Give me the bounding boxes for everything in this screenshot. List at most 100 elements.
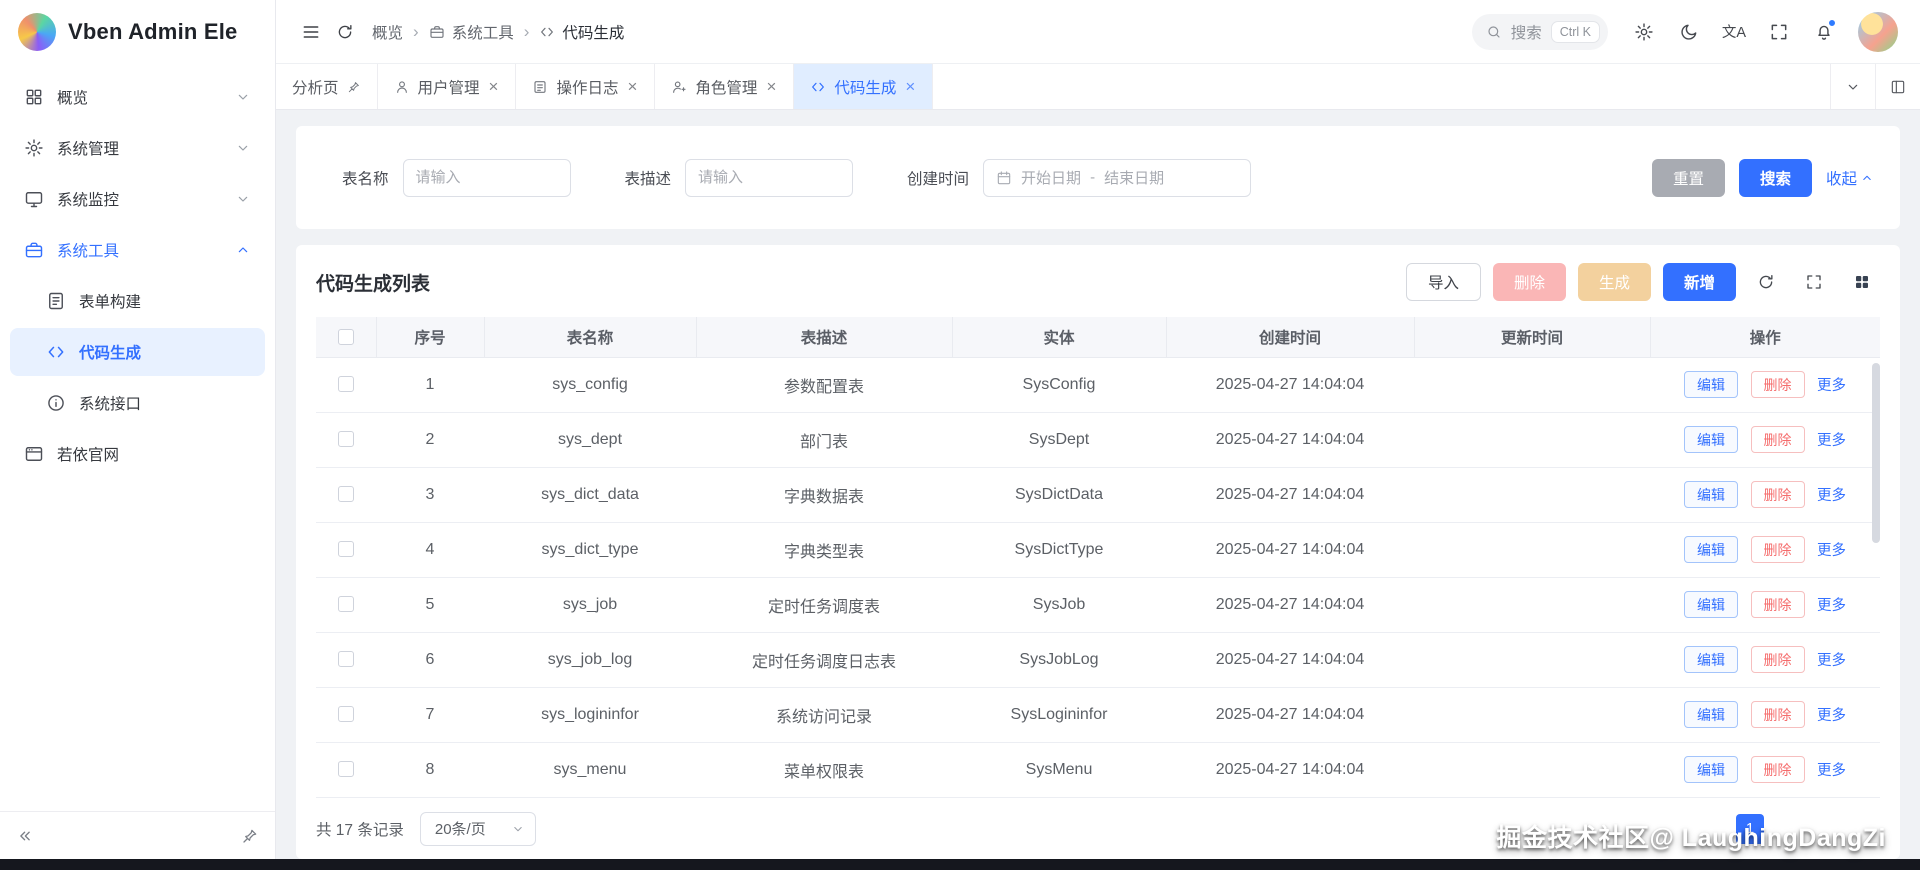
row-checkbox[interactable] <box>338 596 354 613</box>
add-button[interactable]: 新增 <box>1662 263 1736 301</box>
list-footer: 共 17 条记录 20条/页 1 <box>316 798 1880 858</box>
fullscreen-button[interactable] <box>1760 13 1798 51</box>
select-all-checkbox[interactable] <box>337 328 354 345</box>
sidebar-item-system-api[interactable]: 系统接口 <box>10 379 265 427</box>
column-header-created: 创建时间 <box>1166 317 1415 358</box>
sidebar-item-system-management[interactable]: 系统管理 <box>10 124 265 172</box>
tab-role-management[interactable]: 角色管理 × <box>655 64 795 109</box>
more-button[interactable]: 更多 <box>1817 374 1846 395</box>
more-button[interactable]: 更多 <box>1817 484 1846 505</box>
cell-updated <box>1414 632 1650 688</box>
delete-button[interactable]: 删除 <box>1750 756 1805 783</box>
edit-button[interactable]: 编辑 <box>1684 371 1739 398</box>
edit-button[interactable]: 编辑 <box>1684 756 1739 783</box>
cell-created: 2025-04-27 14:04:04 <box>1166 357 1414 413</box>
close-icon[interactable]: × <box>626 78 638 95</box>
delete-button[interactable]: 删除 <box>1750 371 1805 398</box>
sidebar-item-system-tools[interactable]: 系统工具 <box>10 226 265 274</box>
delete-button[interactable]: 删除 <box>1750 481 1805 508</box>
theme-toggle-button[interactable] <box>1670 13 1708 51</box>
cell-actions: 编辑 删除 更多 <box>1650 357 1880 413</box>
collapse-filter-link[interactable]: 收起 <box>1826 167 1874 189</box>
settings-button[interactable] <box>1625 13 1663 51</box>
edit-button[interactable]: 编辑 <box>1684 536 1739 563</box>
edit-button[interactable]: 编辑 <box>1684 646 1739 673</box>
import-button[interactable]: 导入 <box>1405 263 1481 301</box>
cell-actions: 编辑 删除 更多 <box>1650 467 1880 523</box>
table-scrollbar[interactable] <box>1872 363 1880 543</box>
batch-delete-button[interactable]: 删除 <box>1492 263 1566 301</box>
sidebar-item-form-builder[interactable]: 表单构建 <box>10 277 265 325</box>
tab-analysis[interactable]: 分析页 <box>276 64 378 109</box>
date-range-picker[interactable]: 开始日期 - 结束日期 <box>983 158 1252 197</box>
more-button[interactable]: 更多 <box>1817 539 1846 560</box>
tab-code-generation[interactable]: 代码生成 × <box>794 64 934 109</box>
breadcrumb-separator: › <box>413 22 419 41</box>
row-checkbox[interactable] <box>338 486 354 503</box>
filter-actions: 重置 搜索 收起 <box>1651 158 1874 197</box>
system-tools-icon <box>429 24 445 40</box>
reset-button[interactable]: 重置 <box>1651 158 1725 197</box>
breadcrumb-item-overview[interactable]: 概览 <box>372 21 403 43</box>
row-checkbox[interactable] <box>338 376 354 393</box>
delete-button[interactable]: 删除 <box>1750 646 1805 673</box>
edit-button[interactable]: 编辑 <box>1684 701 1739 728</box>
delete-button[interactable]: 删除 <box>1750 536 1805 563</box>
column-header-no: 序号 <box>376 317 485 358</box>
more-button[interactable]: 更多 <box>1817 594 1846 615</box>
more-button[interactable]: 更多 <box>1817 649 1846 670</box>
close-icon[interactable]: × <box>765 78 777 95</box>
notifications-button[interactable] <box>1805 13 1843 51</box>
close-icon[interactable]: × <box>488 78 500 95</box>
table-refresh-button[interactable] <box>1748 264 1784 300</box>
breadcrumb-item-system-tools[interactable]: 系统工具 <box>429 21 514 43</box>
page-1-button[interactable]: 1 <box>1736 813 1764 844</box>
table-desc-input[interactable] <box>685 158 854 197</box>
row-checkbox[interactable] <box>338 431 354 448</box>
close-icon[interactable]: × <box>904 78 916 95</box>
generate-button[interactable]: 生成 <box>1577 263 1651 301</box>
search-button[interactable]: 搜索 <box>1738 158 1812 197</box>
sidebar-collapse-button[interactable] <box>16 827 34 845</box>
content-maximize-button[interactable] <box>1875 64 1920 109</box>
filter-field-table-name: 表名称 <box>342 158 571 197</box>
tab-label: 分析页 <box>292 79 339 97</box>
edit-button[interactable]: 编辑 <box>1684 481 1739 508</box>
row-checkbox[interactable] <box>338 651 354 668</box>
row-checkbox[interactable] <box>338 706 354 723</box>
more-button[interactable]: 更多 <box>1817 759 1846 780</box>
sidebar-item-code-generation[interactable]: 代码生成 <box>10 328 265 376</box>
table-name-input[interactable] <box>402 158 571 197</box>
global-search[interactable]: 搜索 Ctrl K <box>1471 13 1608 50</box>
pin-icon <box>347 80 361 94</box>
column-settings-button[interactable] <box>1844 264 1880 300</box>
cell-table-desc: 参数配置表 <box>696 357 952 413</box>
more-button[interactable]: 更多 <box>1817 704 1846 725</box>
avatar[interactable] <box>1858 11 1898 52</box>
logo[interactable]: Vben Admin Ele <box>0 0 275 64</box>
sidebar-item-overview[interactable]: 概览 <box>10 73 265 121</box>
sidebar-pin-button[interactable] <box>241 827 259 845</box>
sidebar-toggle-button[interactable] <box>294 15 328 49</box>
delete-button[interactable]: 删除 <box>1750 701 1805 728</box>
cell-created: 2025-04-27 14:04:04 <box>1166 467 1414 523</box>
row-checkbox[interactable] <box>338 541 354 558</box>
edit-button[interactable]: 编辑 <box>1684 426 1739 453</box>
tab-list-dropdown-button[interactable] <box>1830 64 1875 109</box>
language-button[interactable]: 文A <box>1715 13 1753 51</box>
breadcrumb-item-code-generation[interactable]: 代码生成 <box>539 21 624 43</box>
notification-dot <box>1828 18 1836 27</box>
delete-button[interactable]: 删除 <box>1750 591 1805 618</box>
table-fullscreen-button[interactable] <box>1796 264 1832 300</box>
tab-operation-log[interactable]: 操作日志 × <box>516 64 656 109</box>
sidebar-item-system-monitor[interactable]: 系统监控 <box>10 175 265 223</box>
edit-button[interactable]: 编辑 <box>1684 591 1739 618</box>
row-checkbox[interactable] <box>338 761 354 778</box>
sidebar-item-ruoyi-site[interactable]: 若依官网 <box>10 430 265 478</box>
column-header-table-name: 表名称 <box>484 317 697 358</box>
delete-button[interactable]: 删除 <box>1750 426 1805 453</box>
page-size-select[interactable]: 20条/页 <box>419 811 536 846</box>
tab-user-management[interactable]: 用户管理 × <box>378 64 517 109</box>
more-button[interactable]: 更多 <box>1817 429 1846 450</box>
page-refresh-button[interactable] <box>328 15 362 49</box>
